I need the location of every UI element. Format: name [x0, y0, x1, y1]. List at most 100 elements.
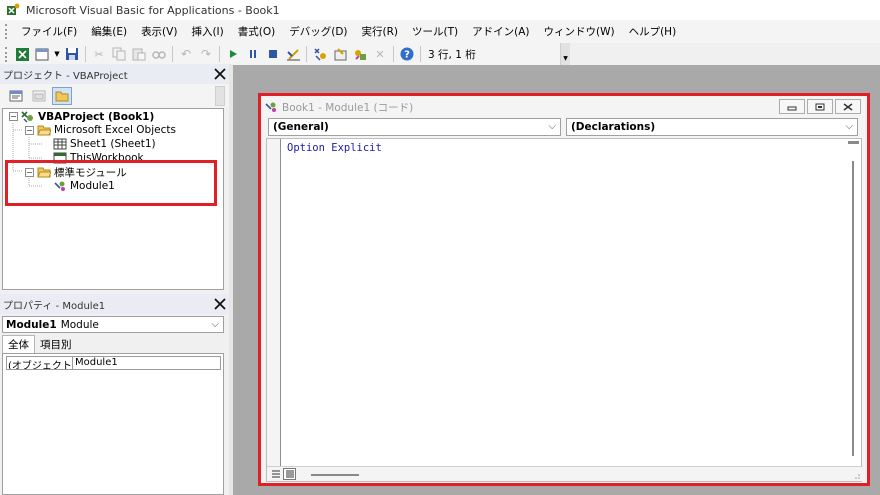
project-toolbar-options[interactable]	[215, 86, 225, 106]
undo-icon: ↶	[180, 47, 192, 61]
undo-button[interactable]: ↶	[177, 45, 195, 63]
tree-label: Microsoft Excel Objects	[54, 124, 176, 136]
properties-object-select[interactable]: Module1 Module ⌵	[2, 316, 224, 333]
property-row[interactable]: (オブジェクト名) Module1	[6, 356, 221, 370]
object-type: Module	[60, 318, 99, 331]
properties-tabs: 全体 項目別	[2, 335, 224, 353]
save-button[interactable]	[63, 45, 81, 63]
redo-icon: ↷	[200, 47, 212, 61]
properties-panel-header: プロパティ - Module1	[0, 294, 229, 314]
object-combo[interactable]: (General) ⌵	[268, 118, 561, 136]
design-mode-button[interactable]	[284, 45, 302, 63]
scrollbar-thumb[interactable]	[852, 161, 854, 456]
project-panel-close-button[interactable]	[211, 65, 229, 83]
cut-button[interactable]: ✂	[90, 45, 108, 63]
full-module-view-button[interactable]	[283, 468, 296, 480]
view-excel-button[interactable]	[13, 45, 31, 63]
code-editor[interactable]: Option Explicit	[266, 138, 863, 482]
toolbar-separator	[306, 46, 307, 62]
menu-run[interactable]: 実行(R)	[355, 24, 406, 39]
view-code-button[interactable]	[6, 87, 26, 105]
toolbar-options-button[interactable]: ▼	[560, 43, 570, 65]
property-value[interactable]: Module1	[73, 357, 118, 369]
project-panel-header: プロジェクト - VBAProject	[0, 64, 229, 84]
toolbar-grip[interactable]	[5, 46, 8, 62]
minimize-button[interactable]	[779, 99, 805, 114]
restore-button[interactable]	[807, 99, 833, 114]
menu-tools[interactable]: ツール(T)	[405, 24, 465, 39]
standard-toolbar: ▼ ✂ ↶ ↷ ✕ ? 3 行, 1 桁 ▼	[0, 43, 570, 65]
open-folder-icon	[37, 125, 51, 136]
toolbox-button[interactable]: ✕	[371, 45, 389, 63]
view-object-button[interactable]	[29, 87, 49, 105]
tab-categorized[interactable]: 項目別	[35, 335, 77, 353]
menu-debug[interactable]: デバッグ(D)	[282, 24, 354, 39]
tree-item-vbaproject[interactable]: VBAProject (Book1)	[21, 110, 154, 124]
close-button[interactable]	[835, 99, 861, 114]
menu-window[interactable]: ウィンドウ(W)	[537, 24, 622, 39]
insert-module-icon	[35, 48, 48, 60]
menu-help[interactable]: ヘルプ(H)	[622, 24, 684, 39]
toolbar-separator	[219, 46, 220, 62]
procedure-view-button[interactable]	[269, 468, 282, 480]
code-text[interactable]: Option Explicit	[287, 142, 382, 154]
procedure-view-icon	[271, 470, 280, 478]
paste-button[interactable]	[130, 45, 148, 63]
tree-collapse-root[interactable]: −	[9, 112, 18, 121]
worksheet-icon	[53, 138, 67, 150]
toggle-folders-button[interactable]	[52, 87, 72, 105]
tree-label: VBAProject (Book1)	[38, 111, 155, 123]
break-button[interactable]	[244, 45, 262, 63]
object-browser-button[interactable]	[351, 45, 369, 63]
menubar-grip[interactable]	[5, 24, 8, 39]
redo-button[interactable]: ↷	[197, 45, 215, 63]
code-window-title: Book1 - Module1 (コード)	[282, 101, 414, 114]
close-icon	[214, 68, 226, 80]
toolbar-separator	[420, 46, 421, 62]
help-button[interactable]: ?	[398, 45, 416, 63]
paste-icon	[132, 48, 146, 61]
window-title: Microsoft Visual Basic for Applications …	[26, 3, 280, 17]
properties-panel-title: プロパティ - Module1	[3, 300, 106, 312]
menu-bar: ファイル(F) 編集(E) 表示(V) 挿入(I) 書式(O) デバッグ(D) …	[0, 20, 880, 43]
code-window: Book1 - Module1 (コード) (General) ⌵ (Decla…	[258, 93, 870, 486]
run-button[interactable]	[224, 45, 242, 63]
insert-object-button[interactable]	[33, 45, 51, 63]
project-explorer-button[interactable]	[311, 45, 329, 63]
properties-window-button[interactable]	[331, 45, 349, 63]
procedure-combo[interactable]: (Declarations) ⌵	[566, 118, 858, 136]
tab-alphabetic[interactable]: 全体	[2, 335, 35, 353]
horizontal-scrollbar-thumb[interactable]	[311, 474, 359, 476]
properties-icon	[334, 47, 346, 60]
tree-item-excel-objects[interactable]: Microsoft Excel Objects	[37, 123, 176, 137]
menu-file[interactable]: ファイル(F)	[14, 24, 84, 39]
object-browser-icon	[354, 49, 366, 60]
close-icon	[843, 102, 853, 111]
code-margin-indicator[interactable]	[267, 139, 281, 467]
resize-grip-icon[interactable]	[852, 471, 860, 479]
view-object-icon	[32, 90, 46, 102]
toolbox-icon: ✕	[375, 47, 385, 61]
tree-label: Sheet1 (Sheet1)	[70, 138, 156, 150]
insert-dropdown-button[interactable]: ▼	[53, 45, 61, 63]
menu-addins[interactable]: アドイン(A)	[465, 24, 536, 39]
vertical-scrollbar[interactable]	[846, 139, 861, 467]
split-bar-handle[interactable]	[848, 141, 859, 144]
tree-item-sheet1[interactable]: Sheet1 (Sheet1)	[53, 137, 156, 151]
object-name: Module1	[6, 318, 57, 331]
find-button[interactable]	[150, 45, 168, 63]
properties-panel-close-button[interactable]	[211, 295, 229, 313]
code-window-titlebar[interactable]: Book1 - Module1 (コード)	[261, 96, 867, 118]
toolbar-separator	[172, 46, 173, 62]
tree-collapse-excel-objects[interactable]: −	[25, 126, 34, 135]
copy-button[interactable]	[110, 45, 128, 63]
chevron-down-icon: ⌵	[845, 121, 853, 132]
menu-edit[interactable]: 編集(E)	[84, 24, 134, 39]
menu-insert[interactable]: 挿入(I)	[184, 24, 230, 39]
vbaproject-icon	[21, 111, 33, 123]
project-panel-toolbar	[0, 84, 229, 108]
properties-grid: (オブジェクト名) Module1	[2, 353, 224, 495]
menu-format[interactable]: 書式(O)	[231, 24, 282, 39]
menu-view[interactable]: 表示(V)	[134, 24, 184, 39]
reset-button[interactable]	[264, 45, 282, 63]
